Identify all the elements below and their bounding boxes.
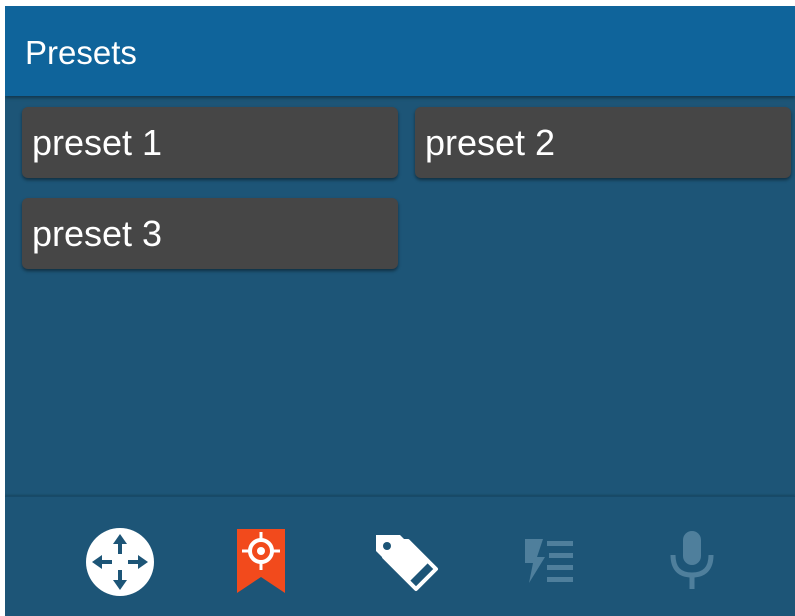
app-window: Presets preset 1 preset 2 preset 3 <box>5 6 795 616</box>
preset-2-button[interactable]: preset 2 <box>415 107 791 178</box>
page-title: Presets <box>25 34 137 71</box>
move-button[interactable] <box>85 527 155 597</box>
tags-button[interactable] <box>370 527 440 597</box>
microphone-button[interactable] <box>657 527 727 597</box>
move-arrows-icon <box>86 528 154 596</box>
presets-button[interactable] <box>233 527 303 597</box>
header-bar: Presets <box>5 6 795 96</box>
preset-3-button[interactable]: preset 3 <box>22 198 398 269</box>
flash-list-icon <box>525 539 573 583</box>
preset-grid: preset 1 preset 2 preset 3 <box>22 107 792 277</box>
bottom-toolbar <box>5 496 795 616</box>
flash-list-button[interactable] <box>517 527 587 597</box>
microphone-icon <box>670 531 714 589</box>
tags-icon <box>376 535 438 591</box>
preset-1-button[interactable]: preset 1 <box>22 107 398 178</box>
preset-target-bookmark-icon <box>237 529 285 593</box>
